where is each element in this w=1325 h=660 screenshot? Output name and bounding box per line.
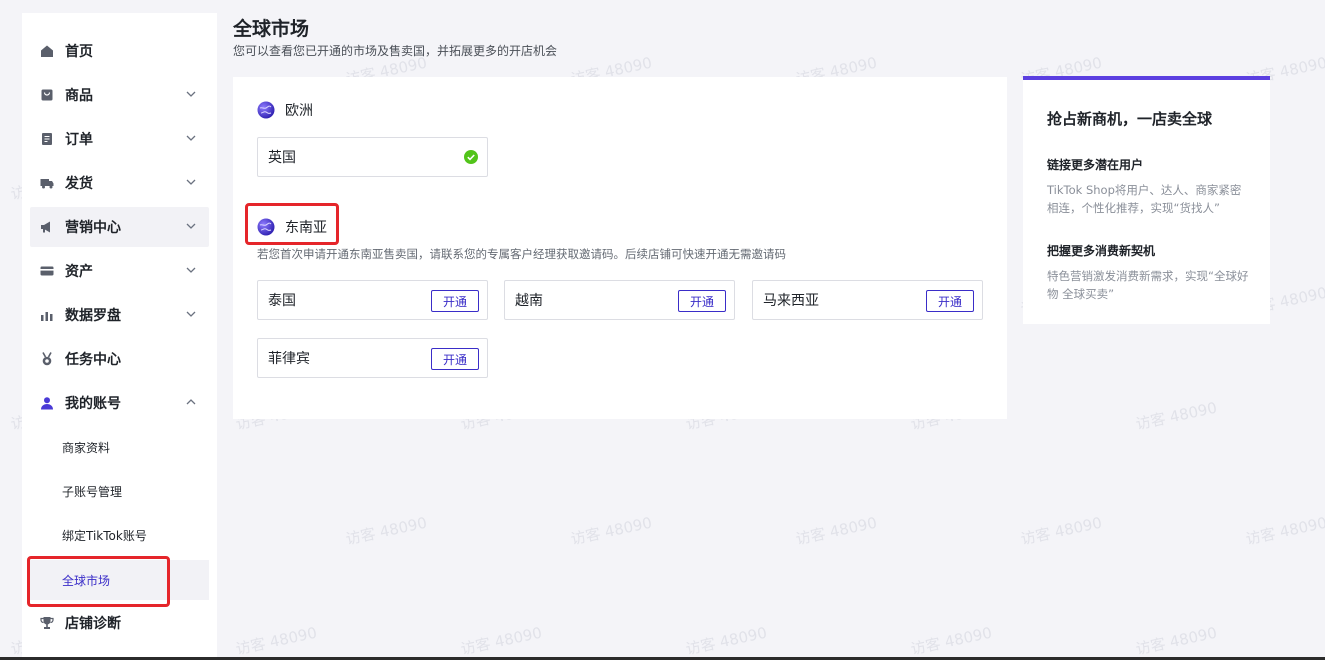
country-malaysia: 马来西亚 开通: [752, 280, 983, 320]
sidebar-item-data-compass[interactable]: 数据罗盘: [30, 295, 209, 335]
sidebar-subitem-global-market[interactable]: 全球市场: [30, 560, 209, 600]
truck-icon: [40, 176, 54, 190]
chevron-down-icon: [186, 223, 196, 229]
product-icon: [40, 88, 54, 102]
chevron-down-icon: [186, 91, 196, 97]
promo-title: 抢占新商机，一店卖全球: [1047, 110, 1213, 128]
promo-heading: 把握更多消费新契机: [1047, 244, 1156, 258]
country-name: 越南: [515, 293, 543, 309]
watermark-text: 访客 48090: [569, 513, 654, 549]
region-sea-header: 东南亚: [257, 217, 327, 237]
megaphone-icon: [40, 220, 54, 234]
sidebar-item-label: 订单: [65, 132, 93, 148]
country-name: 泰国: [268, 293, 296, 309]
country-thailand: 泰国 开通: [257, 280, 488, 320]
sidebar-item-label: 数据罗盘: [65, 308, 121, 324]
sidebar-item-task-center[interactable]: 任务中心: [30, 339, 209, 379]
sidebar: 首页 商品 订单 发货 营销中心 资产 数据罗盘 任务中心 我的账号 商家资料 …: [22, 13, 217, 660]
chevron-down-icon: [186, 267, 196, 273]
page-title: 全球市场: [233, 18, 310, 40]
chevron-down-icon: [186, 179, 196, 185]
open-vietnam-button[interactable]: 开通: [678, 290, 726, 312]
region-sea-note: 若您首次申请开通东南亚售卖国，请联系您的专属客户经理获取邀请码。后续店铺可快速开…: [257, 247, 786, 261]
promo-card: 抢占新商机，一店卖全球 链接更多潜在用户 TikTok Shop将用户、达人、商…: [1023, 76, 1270, 324]
country-vietnam: 越南 开通: [504, 280, 735, 320]
page-subtitle: 您可以查看您已开通的市场及售卖国，并拓展更多的开店机会: [233, 44, 558, 58]
sidebar-subitem-label: 商家资料: [62, 440, 111, 455]
sidebar-item-label: 商品: [65, 88, 93, 104]
country-uk[interactable]: 英国: [257, 137, 488, 177]
region-europe-header: 欧洲: [257, 100, 313, 120]
promo-text: 特色营销激发消费新需求，实现“全球好物 全球买卖”: [1047, 269, 1249, 301]
sidebar-item-marketing[interactable]: 营销中心: [30, 207, 209, 247]
watermark-text: 访客 48090: [684, 623, 769, 659]
sidebar-item-label: 店铺诊断: [65, 616, 121, 632]
watermark-text: 访客 48090: [1134, 398, 1219, 434]
promo-heading: 链接更多潜在用户: [1047, 158, 1144, 172]
watermark-text: 访客 48090: [909, 623, 994, 659]
user-icon: [40, 396, 54, 410]
check-circle-icon: [464, 150, 478, 164]
sidebar-item-label: 资产: [65, 264, 93, 280]
sidebar-item-label: 我的账号: [65, 396, 121, 412]
sidebar-item-label: 营销中心: [65, 220, 121, 236]
sidebar-subitem-label: 子账号管理: [62, 484, 123, 499]
sidebar-item-store-diagnosis[interactable]: 店铺诊断: [30, 603, 209, 643]
watermark-text: 访客 48090: [344, 513, 429, 549]
promo-text: TikTok Shop将用户、达人、商家紧密相连，个性化推荐，实现“货找人”: [1047, 183, 1242, 215]
watermark-text: 访客 48090: [1134, 623, 1219, 659]
open-malaysia-button[interactable]: 开通: [926, 290, 974, 312]
open-thailand-button[interactable]: 开通: [431, 290, 479, 312]
watermark-text: 访客 48090: [794, 513, 879, 549]
sidebar-item-products[interactable]: 商品: [30, 75, 209, 115]
country-philippines: 菲律宾 开通: [257, 338, 488, 378]
sidebar-item-label: 任务中心: [65, 352, 121, 368]
home-icon: [40, 44, 54, 58]
chevron-down-icon: [186, 135, 196, 141]
sidebar-subitem-label: 全球市场: [62, 573, 111, 588]
country-name: 菲律宾: [268, 351, 310, 367]
sidebar-item-label: 首页: [65, 44, 93, 60]
sidebar-item-assets[interactable]: 资产: [30, 251, 209, 291]
globe-icon: [257, 101, 275, 119]
sidebar-item-label: 发货: [65, 176, 93, 192]
open-philippines-button[interactable]: 开通: [431, 348, 479, 370]
medal-icon: [40, 352, 54, 366]
watermark-text: 访客 48090: [234, 623, 319, 659]
sidebar-subitem-label: 绑定TikTok账号: [62, 528, 147, 543]
chart-icon: [40, 308, 54, 322]
sidebar-item-shipping[interactable]: 发货: [30, 163, 209, 203]
country-name: 英国: [268, 150, 296, 166]
watermark-text: 访客 48090: [1244, 513, 1325, 549]
sidebar-item-orders[interactable]: 订单: [30, 119, 209, 159]
region-name: 东南亚: [285, 220, 327, 236]
sidebar-item-my-account[interactable]: 我的账号: [30, 383, 209, 423]
chevron-up-icon: [186, 399, 196, 405]
order-icon: [40, 132, 54, 146]
chevron-down-icon: [186, 311, 196, 317]
watermark-text: 访客 48090: [1019, 513, 1104, 549]
market-card: 欧洲 英国 东南亚 若您首次申请开通东南亚售卖国，请联系您的专属客户经理获取邀请…: [233, 77, 1007, 419]
trophy-icon: [40, 616, 54, 630]
globe-icon: [257, 218, 275, 236]
card-icon: [40, 264, 54, 278]
region-name: 欧洲: [285, 103, 313, 119]
sidebar-subitem-merchant-info[interactable]: 商家资料: [30, 427, 209, 467]
country-name: 马来西亚: [763, 293, 819, 309]
sidebar-item-home[interactable]: 首页: [30, 31, 209, 71]
watermark-text: 访客 48090: [459, 623, 544, 659]
sidebar-subitem-sub-accounts[interactable]: 子账号管理: [30, 471, 209, 511]
sidebar-subitem-bind-tiktok[interactable]: 绑定TikTok账号: [30, 515, 209, 555]
